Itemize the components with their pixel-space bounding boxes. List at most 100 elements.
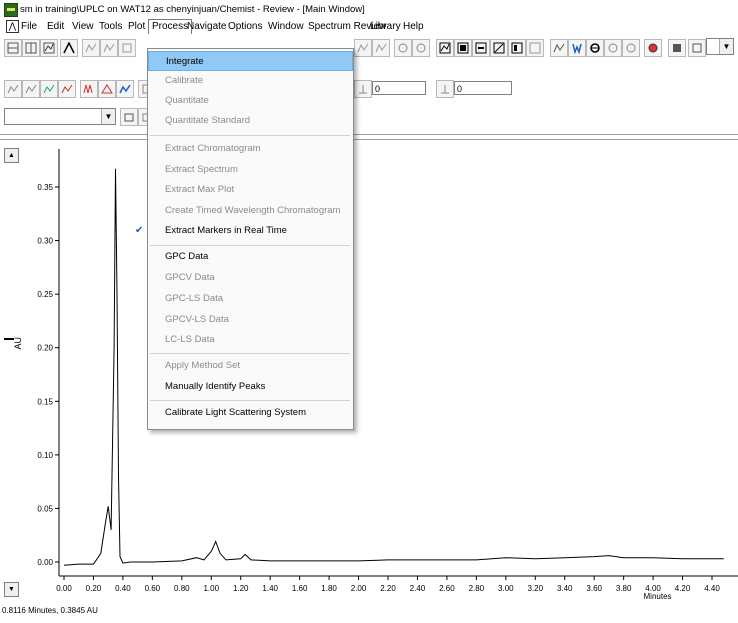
- menu-separator: [150, 400, 350, 401]
- x-tick-label: 1.80: [321, 584, 337, 593]
- toolbar-button-7[interactable]: [118, 39, 136, 57]
- toolbar-field-2[interactable]: 0: [454, 81, 512, 95]
- x-tick-label: 3.40: [557, 584, 573, 593]
- menu-window[interactable]: Window: [265, 20, 307, 34]
- y-tick-label: 0.10: [37, 451, 53, 460]
- menu-edit[interactable]: Edit: [44, 20, 67, 34]
- vertical-scrollbar[interactable]: ▲ ▼: [4, 148, 19, 597]
- x-tick-label: 3.80: [616, 584, 632, 593]
- menu-item-calibrate[interactable]: Calibrate: [148, 71, 353, 91]
- toolbar-button-35[interactable]: [436, 80, 454, 98]
- menu-item-gpcv-ls-data[interactable]: GPCV-LS Data: [148, 310, 353, 330]
- toolbar-button-4[interactable]: [60, 39, 78, 57]
- x-tick-label: 3.20: [527, 584, 543, 593]
- process-menu: Integrate Calibrate Quantitate Quantitat…: [135, 48, 354, 430]
- y-tick-label: 0.05: [37, 504, 53, 513]
- toolbar-button-34[interactable]: [354, 80, 372, 98]
- toolbar-button-9[interactable]: [372, 39, 390, 57]
- toolbar-button-27[interactable]: [22, 80, 40, 98]
- menu-item-gpc-data[interactable]: GPC Data: [148, 247, 353, 267]
- menu-view[interactable]: View: [69, 20, 97, 34]
- toolbar-button-2[interactable]: [22, 39, 40, 57]
- menu-separator: [150, 245, 350, 246]
- toolbar-button-16[interactable]: [508, 39, 526, 57]
- toolbar-button-19[interactable]: [568, 39, 586, 57]
- scroll-up-button[interactable]: ▲: [4, 148, 19, 163]
- menu-plot[interactable]: Plot: [125, 20, 148, 34]
- toolbar-button-31[interactable]: [98, 80, 116, 98]
- toolbar-button-36[interactable]: [120, 108, 138, 126]
- toolbar-button-32[interactable]: [116, 80, 134, 98]
- menu-item-extract-max-plot[interactable]: Extract Max Plot: [148, 180, 353, 200]
- menu-item-gpcv-data[interactable]: GPCV Data: [148, 268, 353, 288]
- chevron-down-icon[interactable]: ▼: [101, 109, 115, 124]
- toolbar-button-10[interactable]: [394, 39, 412, 57]
- menu-item-extract-chromatogram[interactable]: Extract Chromatogram: [148, 139, 353, 159]
- menu-item-lc-ls-data[interactable]: LC-LS Data: [148, 330, 353, 350]
- menu-file[interactable]: File: [18, 20, 40, 34]
- toolbar-button-26[interactable]: [4, 80, 22, 98]
- toolbar-button-28[interactable]: [40, 80, 58, 98]
- x-axis-label: Minutes: [644, 592, 672, 601]
- toolbar-button-17[interactable]: [526, 39, 544, 57]
- toolbar-button-30[interactable]: [80, 80, 98, 98]
- menu-item-calibrate-light-scattering[interactable]: Calibrate Light Scattering System: [148, 403, 353, 423]
- toolbar-button-1[interactable]: [4, 39, 22, 57]
- menu-item-manually-identify-peaks[interactable]: Manually Identify Peaks: [148, 377, 353, 397]
- menu-item-label: Extract Markers in Real Time: [165, 225, 287, 236]
- menu-item-gpc-ls-data[interactable]: GPC-LS Data: [148, 289, 353, 309]
- menu-item-integrate[interactable]: Integrate: [148, 51, 353, 71]
- x-tick-label: 1.60: [292, 584, 308, 593]
- menu-bar: ⋀ File Edit View Tools Plot Process Navi…: [0, 18, 738, 35]
- menu-options[interactable]: Options: [225, 20, 265, 34]
- menu-item-extract-spectrum[interactable]: Extract Spectrum: [148, 160, 353, 180]
- menu-tools[interactable]: Tools: [96, 20, 125, 34]
- x-tick-label: 0.60: [145, 584, 161, 593]
- toolbar-button-25[interactable]: [688, 39, 706, 57]
- window-title: sm in training\UPLC on WAT12 as chenyinj…: [20, 4, 365, 15]
- app-icon: [4, 3, 18, 17]
- toolbar-button-18[interactable]: [550, 39, 568, 57]
- menu-help[interactable]: Help: [400, 20, 427, 34]
- toolbar-button-20[interactable]: [586, 39, 604, 57]
- y-tick-label: 0.20: [37, 344, 53, 353]
- menu-item-extract-markers[interactable]: ✔ Extract Markers in Real Time: [135, 221, 353, 241]
- x-tick-label: 0.80: [174, 584, 190, 593]
- x-tick-label: 2.40: [410, 584, 426, 593]
- toolbar-button-24[interactable]: [668, 39, 686, 57]
- menu-item-create-timed-wavelength[interactable]: Create Timed Wavelength Chromatogram: [148, 201, 353, 221]
- toolbar-button-13[interactable]: [454, 39, 472, 57]
- toolbar-button-15[interactable]: [490, 39, 508, 57]
- toolbar-button-6[interactable]: [100, 39, 118, 57]
- menu-library[interactable]: Library: [367, 20, 404, 34]
- y-axis-label: AU: [13, 337, 23, 350]
- toolbar-button-22[interactable]: [622, 39, 640, 57]
- scroll-down-button[interactable]: ▼: [4, 582, 19, 597]
- toolbar-button-12[interactable]: [436, 39, 454, 57]
- x-tick-label: 1.00: [203, 584, 219, 593]
- check-icon: ✔: [135, 225, 144, 236]
- toolbar-button-29[interactable]: [58, 80, 76, 98]
- x-tick-label: 3.00: [498, 584, 514, 593]
- toolbar-button-23[interactable]: [644, 39, 662, 57]
- toolbar-button-5[interactable]: [82, 39, 100, 57]
- toolbar-combo[interactable]: ▼: [4, 108, 116, 125]
- toolbar-button-21[interactable]: [604, 39, 622, 57]
- y-tick-label: 0.25: [37, 290, 53, 299]
- toolbar-button-8[interactable]: [354, 39, 372, 57]
- toolbar-button-3[interactable]: [40, 39, 58, 57]
- x-tick-label: 2.20: [380, 584, 396, 593]
- chevron-down-icon[interactable]: ▼: [719, 39, 733, 54]
- menu-item-quantitate[interactable]: Quantitate: [148, 91, 353, 111]
- chromatogram-chart[interactable]: 0.00 0.05 0.10 0.15 0.20 0.25 0.30 0.35 0.00 0.20…: [0, 141, 738, 620]
- chromatogram-panel: 0.00 0.05 0.10 0.15 0.20 0.25 0.30 0.35 0.00 0.20…: [0, 141, 738, 620]
- menu-item-apply-method-set[interactable]: Apply Method Set: [148, 356, 353, 376]
- x-tick-label: 2.80: [469, 584, 485, 593]
- toolbar-3: ▼: [0, 106, 738, 128]
- menu-navigate[interactable]: Navigate: [184, 20, 229, 34]
- toolbar-button-11[interactable]: [412, 39, 430, 57]
- toolbar-field-1[interactable]: 0: [372, 81, 426, 95]
- menu-item-quantitate-standard[interactable]: Quantitate Standard: [148, 111, 353, 131]
- toolbar-button-14[interactable]: [472, 39, 490, 57]
- toolbar-dropdown[interactable]: ▼: [706, 38, 734, 55]
